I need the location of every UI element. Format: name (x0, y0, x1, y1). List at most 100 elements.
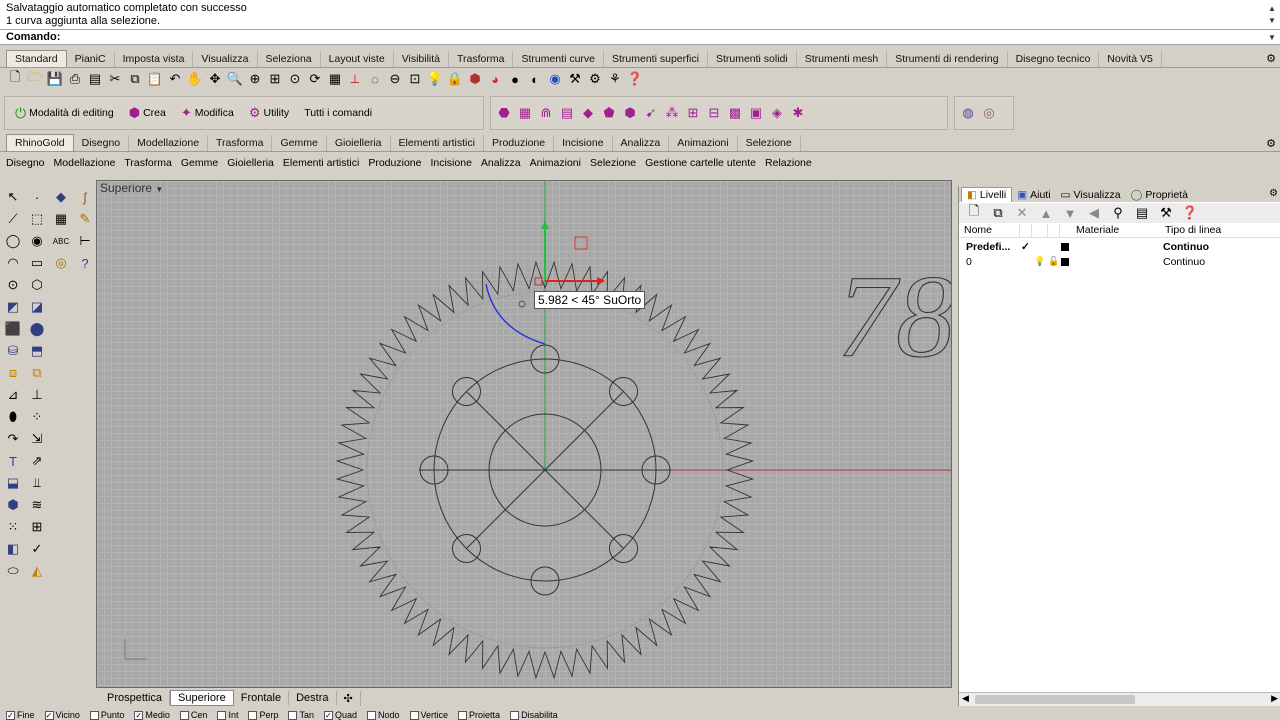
array-icon[interactable]: ⁂ (663, 104, 681, 122)
render-tool-icon[interactable]: ◧ (4, 540, 22, 558)
scroll-thumb[interactable] (975, 695, 1135, 704)
osnap-int[interactable]: Int (217, 710, 238, 720)
paste-icon[interactable]: 📋 (146, 70, 164, 88)
paint-icon[interactable]: ⬭ (4, 562, 22, 580)
checkbox[interactable] (367, 710, 377, 720)
tab-strumenti-mesh[interactable]: Strumenti mesh (797, 51, 888, 67)
tab-visibilita[interactable]: Visibilità (394, 51, 450, 67)
tab-visualizza[interactable]: Visualizza (193, 51, 258, 67)
check-icon[interactable]: ✓ (28, 540, 46, 558)
gumball-handle[interactable] (534, 277, 543, 286)
rectangle-select-icon[interactable]: ⬚ (28, 210, 46, 228)
move-down-icon[interactable]: ▼ (1061, 204, 1079, 222)
tab-strumenti-rendering[interactable]: Strumenti di rendering (887, 51, 1008, 67)
tab-superiore[interactable]: Superiore (170, 690, 234, 706)
material-tool-icon[interactable]: ◭ (28, 562, 46, 580)
pattern-icon[interactable]: ▩ (726, 104, 744, 122)
gumball-x-arrowhead[interactable] (597, 277, 605, 285)
save-icon[interactable]: 💾 (46, 70, 64, 88)
rotate-icon[interactable]: ⬓ (4, 474, 22, 492)
tab-layout-viste[interactable]: Layout viste (321, 51, 394, 67)
move-up-icon[interactable]: ▲ (1037, 204, 1055, 222)
osnap-icon[interactable]: ◌ (366, 70, 384, 88)
checkbox[interactable] (217, 710, 227, 720)
deform-icon[interactable]: ✱ (789, 104, 807, 122)
osnap-medio[interactable]: ✓ Medio (134, 710, 170, 720)
tab-disegno-tecnico[interactable]: Disegno tecnico (1008, 51, 1100, 67)
help-icon[interactable]: ? (76, 254, 94, 272)
checkbox[interactable]: ✓ (323, 710, 333, 720)
create-button[interactable]: ⬢ Crea (123, 105, 172, 121)
add-viewport-icon[interactable]: ✣ (337, 690, 361, 706)
scroll-down-icon[interactable]: ▼ (1266, 14, 1278, 27)
render-ball-icon[interactable]: ◎ (980, 104, 998, 122)
osnap-quad[interactable]: ✓ Quad (323, 710, 357, 720)
mesh-icon[interactable]: ⬢ (4, 496, 22, 514)
circle-icon[interactable]: ◯ (4, 232, 22, 250)
material-icon[interactable]: ⬢ (466, 70, 484, 88)
horizontal-scrollbar[interactable]: ◀ ▶ (959, 692, 1280, 706)
scroll-right-icon[interactable]: ▶ (1271, 693, 1278, 704)
help-icon[interactable]: ❓ (626, 70, 644, 88)
edit-mode-button[interactable]: ⏻ Modalità di editing (9, 105, 120, 122)
viewport-title[interactable]: Superiore ▼ (100, 181, 163, 195)
tab-seleziona[interactable]: Seleziona (258, 51, 321, 67)
split-icon[interactable]: ⊥ (28, 386, 46, 404)
menu-item-gestione-cartelle[interactable]: Gestione cartelle utente (645, 157, 756, 169)
move-icon[interactable]: ✥ (206, 70, 224, 88)
osnap-nodo[interactable]: Nodo (367, 710, 400, 720)
viewport-canvas[interactable]: 78 (97, 181, 952, 688)
join-icon[interactable]: ⬮ (4, 408, 22, 426)
menu-item-relazione[interactable]: Relazione (765, 157, 812, 169)
options-icon[interactable]: ⚙ (586, 70, 604, 88)
command-dropdown-icon[interactable]: ▼ (1266, 31, 1278, 44)
scroll-left-icon[interactable]: ◀ (962, 693, 969, 704)
tab-disegno[interactable]: Disegno (74, 135, 130, 151)
properties-icon[interactable]: ▤ (86, 70, 104, 88)
menu-item-produzione[interactable]: Produzione (368, 157, 421, 169)
new-layer-icon[interactable]: 🗋 (965, 203, 983, 222)
osnap-proietta[interactable]: Proietta (458, 710, 500, 720)
scale-icon[interactable]: ⇗ (28, 452, 46, 470)
osnap-fine[interactable]: ✓ Fine (6, 710, 35, 720)
osnap-cen[interactable]: Cen (179, 710, 207, 720)
layer-color-swatch[interactable] (1061, 258, 1069, 266)
grid-icon[interactable]: ▦ (326, 70, 344, 88)
tab-produzione[interactable]: Produzione (484, 135, 555, 151)
tab-destra[interactable]: Destra (289, 691, 337, 705)
mesh-array-icon[interactable]: ⊟ (705, 104, 723, 122)
text-tool-icon[interactable]: T (4, 452, 22, 470)
command-line[interactable]: Comando: ▼ (0, 30, 1280, 45)
ellipse-icon[interactable]: ⊙ (4, 276, 22, 294)
viewport-top[interactable]: 78 (96, 180, 952, 688)
mirror-icon[interactable]: ⫫ (28, 474, 46, 492)
menu-item-gioielleria[interactable]: Gioielleria (227, 157, 274, 169)
tab-animazioni[interactable]: Animazioni (669, 135, 738, 151)
polyline-icon[interactable]: ⟋ (4, 210, 22, 228)
menu-item-animazioni[interactable]: Animazioni (530, 157, 581, 169)
tab-strumenti-curve[interactable]: Strumenti curve (513, 51, 604, 67)
tab-incisione[interactable]: Incisione (554, 135, 613, 151)
dimension-icon[interactable]: ⊢ (76, 232, 94, 250)
osnap-vertice[interactable]: Vertice (409, 710, 448, 720)
tab-prospettica[interactable]: Prospettica (100, 691, 171, 705)
text-abc-icon[interactable]: ABC (52, 232, 70, 250)
cylinder-icon[interactable]: ⛁ (4, 342, 22, 360)
osnap-disabilita[interactable]: Disabilita (510, 710, 558, 720)
tab-pianic[interactable]: PianiC (67, 51, 115, 67)
gem-cut-icon[interactable]: ⬟ (600, 104, 618, 122)
brilliant-icon[interactable]: ⬢ (621, 104, 639, 122)
pave-tool-icon[interactable]: ▤ (558, 104, 576, 122)
tab-livelli[interactable]: ◧ Livelli (961, 187, 1013, 202)
col-name[interactable]: Nome (964, 224, 992, 236)
curve-tool-icon[interactable]: ʃ (76, 188, 94, 206)
rotate-view-icon[interactable]: ⟳ (306, 70, 324, 88)
move-parent-icon[interactable]: ◀ (1085, 204, 1103, 222)
gumball-plane-handle[interactable] (574, 236, 588, 250)
checkbox[interactable] (248, 710, 258, 720)
zoom-icon[interactable]: 🔍 (226, 70, 244, 88)
globe-icon[interactable]: ◉ (546, 70, 564, 88)
open-file-icon[interactable]: 🗁 (26, 69, 44, 88)
lock-icon[interactable]: 🔒 (446, 70, 464, 88)
color-wheel-icon[interactable]: ◕ (486, 70, 504, 88)
